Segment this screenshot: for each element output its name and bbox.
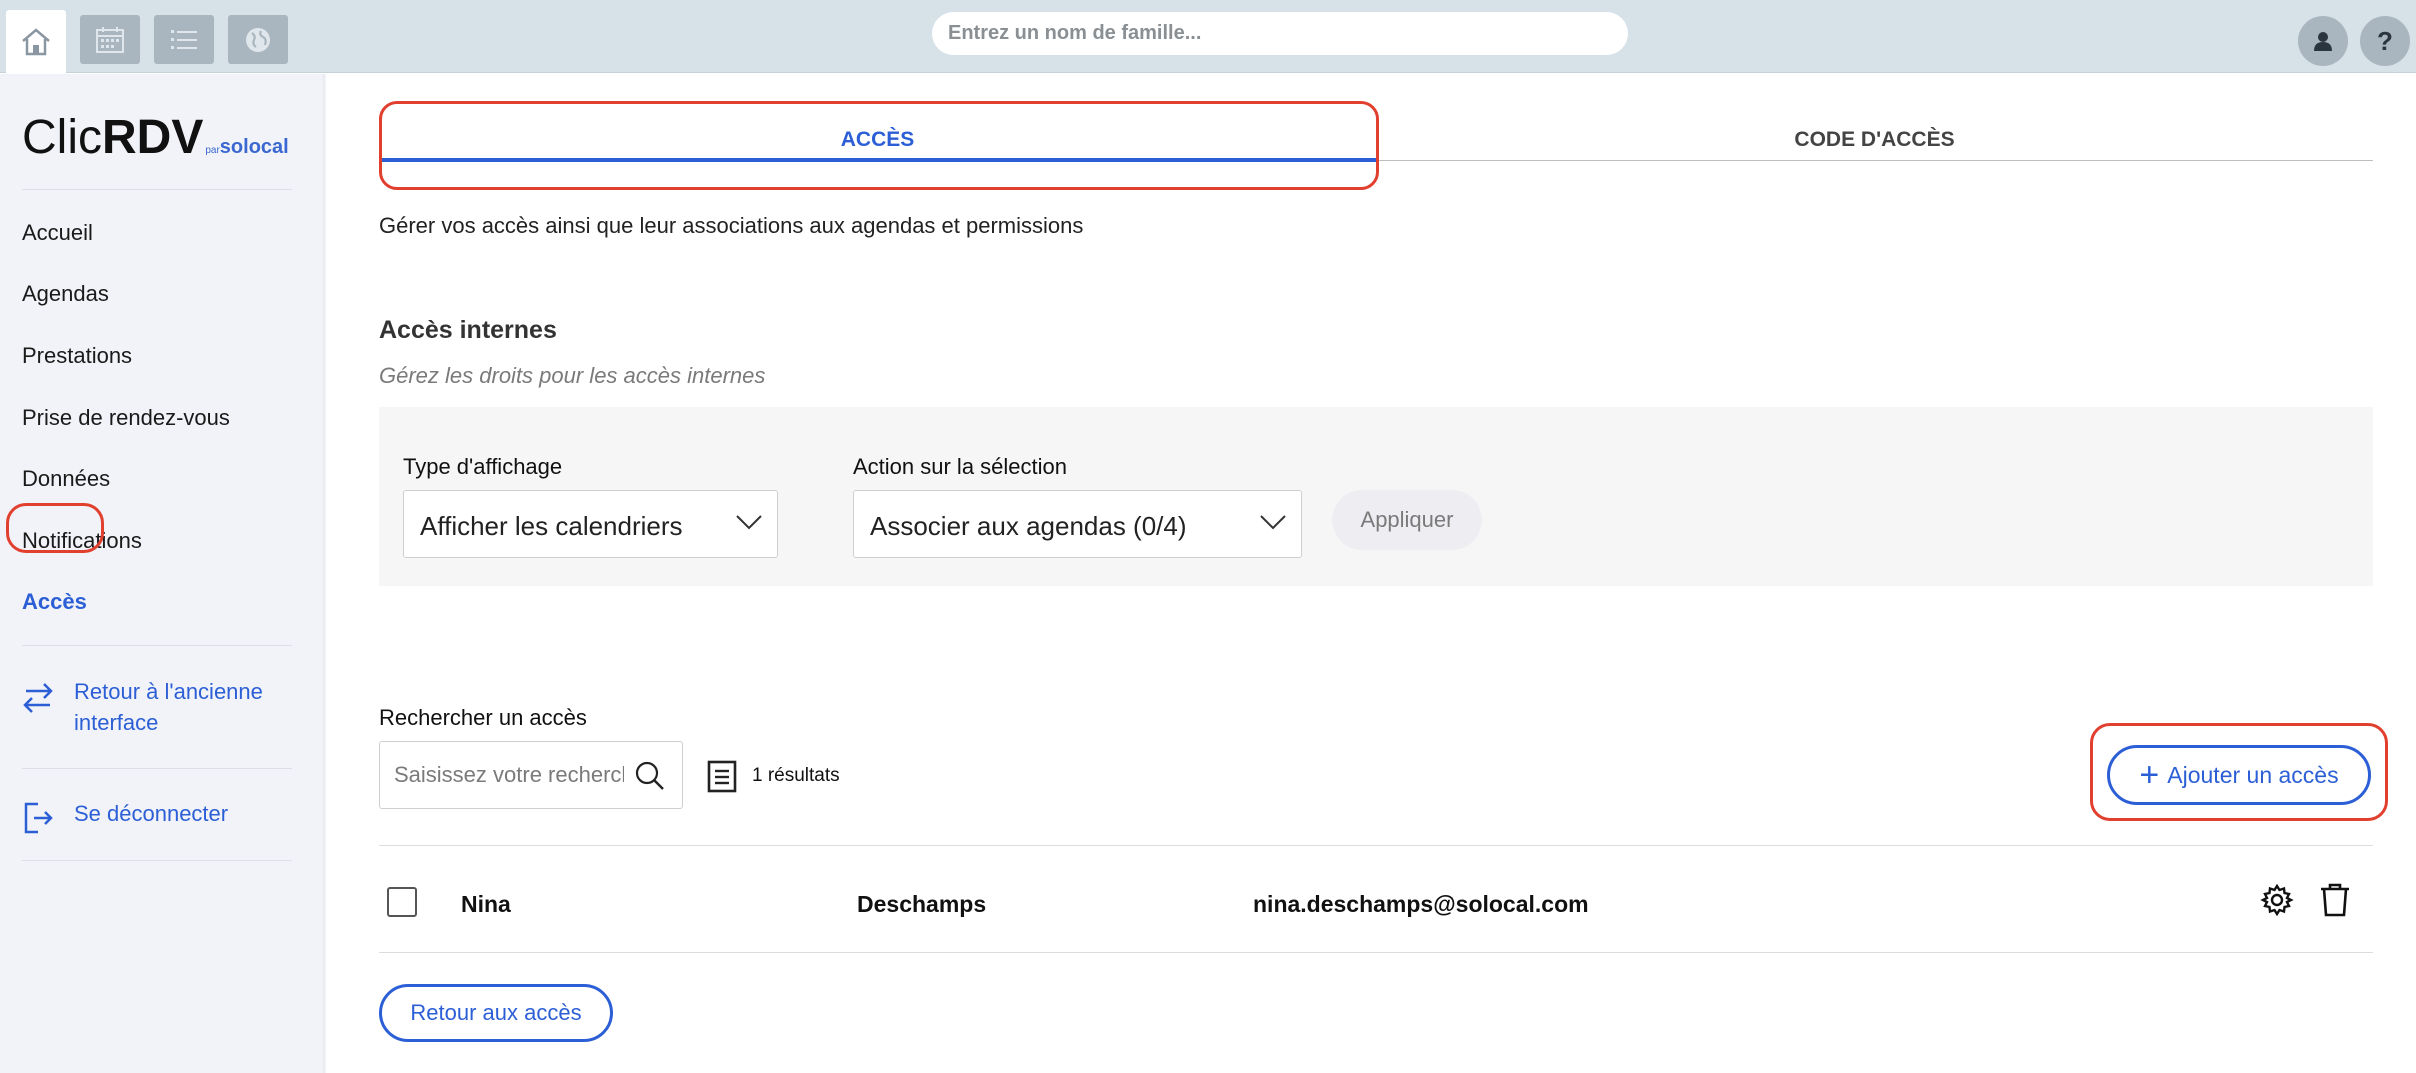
sidebar-divider <box>22 860 292 861</box>
sidebar-item-donnees[interactable]: Données <box>22 466 110 492</box>
cell-first-name: Nina <box>461 891 511 917</box>
sidebar-item-accueil[interactable]: Accueil <box>22 220 93 246</box>
sidebar-item-acces[interactable]: Accès <box>22 589 87 615</box>
old-interface-label-1: Retour à l'ancienne <box>74 679 263 704</box>
user-button[interactable] <box>2298 16 2348 66</box>
globe-button[interactable] <box>228 15 288 64</box>
gear-icon[interactable] <box>2260 883 2294 917</box>
home-icon <box>22 27 50 55</box>
user-icon <box>2314 32 2332 51</box>
chevron-down-icon <box>736 515 762 530</box>
section-subtitle: Gérez les droits pour les accès internes <box>379 363 766 388</box>
search-input[interactable] <box>394 742 624 808</box>
list-icon <box>171 29 197 49</box>
sidebar-divider <box>22 645 292 646</box>
sidebar-shadow <box>323 74 327 1073</box>
swap-arrows-icon <box>23 683 53 713</box>
help-button[interactable]: ? <box>2360 16 2410 66</box>
help-icon: ? <box>2377 25 2393 56</box>
home-button[interactable] <box>6 10 66 73</box>
table-divider <box>379 952 2373 953</box>
trash-icon[interactable] <box>2320 883 2350 917</box>
results-count: 1 résultats <box>752 765 840 786</box>
sidebar-divider <box>22 768 292 769</box>
display-type-value: Afficher les calendriers <box>420 511 683 541</box>
row-checkbox[interactable] <box>387 887 417 917</box>
cell-last-name: Deschamps <box>857 891 987 917</box>
selection-action-value: Associer aux agendas (0/4) <box>870 511 1187 541</box>
clicrdv-logo: ClicRDV parsolocal <box>22 111 289 164</box>
family-name-search-input[interactable] <box>932 12 1628 55</box>
sidebar-divider <box>22 189 292 190</box>
highlight-annotation-sidebar <box>6 503 104 553</box>
display-type-label: Type d'affichage <box>403 454 563 479</box>
sidebar-item-prise-de-rendez-vous[interactable]: Prise de rendez-vous <box>22 405 230 431</box>
old-interface-link[interactable]: Retour à l'ancienne interface <box>22 676 263 738</box>
table-divider <box>379 845 2373 846</box>
cell-email: nina.deschamps@solocal.com <box>1253 891 1589 917</box>
highlight-annotation-tab <box>379 101 1379 190</box>
calendar-button[interactable] <box>80 15 140 64</box>
globe-icon <box>246 27 270 52</box>
calendar-icon <box>96 26 124 53</box>
display-type-select[interactable]: Afficher les calendriers <box>403 490 778 558</box>
apply-button[interactable]: Appliquer <box>1332 490 1482 550</box>
list-button[interactable] <box>154 15 214 64</box>
selection-action-select[interactable]: Associer aux agendas (0/4) <box>853 490 1302 558</box>
search-label: Rechercher un accès <box>379 705 587 730</box>
logout-icon <box>24 802 53 834</box>
logout-label: Se déconnecter <box>74 801 229 826</box>
selection-action-label: Action sur la sélection <box>853 454 1067 479</box>
old-interface-label-2: interface <box>74 710 159 735</box>
search-icon[interactable] <box>634 760 666 792</box>
sidebar-item-agendas[interactable]: Agendas <box>22 281 109 307</box>
highlight-annotation-add <box>2090 723 2388 821</box>
document-list-icon <box>707 760 737 793</box>
top-bar: ? <box>0 0 2416 73</box>
back-to-access-button[interactable]: Retour aux accès <box>379 984 613 1042</box>
sidebar-item-prestations[interactable]: Prestations <box>22 343 132 369</box>
page-description: Gérer vos accès ainsi que leur associati… <box>379 213 1084 238</box>
tab-code-acces[interactable]: CODE D'ACCÈS <box>1376 128 2373 152</box>
section-title: Accès internes <box>379 316 557 344</box>
chevron-down-icon <box>1260 515 1286 530</box>
logout-link[interactable]: Se déconnecter <box>22 798 228 843</box>
search-field <box>379 741 683 809</box>
